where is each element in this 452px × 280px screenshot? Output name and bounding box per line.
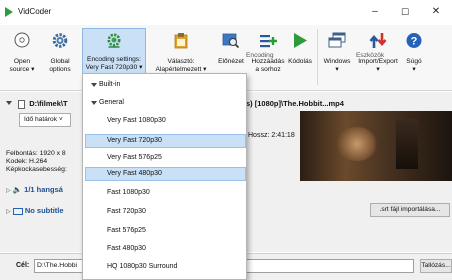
titles-dropdown[interactable]: Idő határok ˅ xyxy=(19,113,71,127)
preset-item[interactable]: Very Fast 720p30 xyxy=(107,137,162,144)
disc-icon xyxy=(14,32,30,48)
global-options-button[interactable]: Global options xyxy=(44,30,76,74)
import-export-arrows-icon xyxy=(369,33,387,48)
preset-item[interactable]: Fast 576p25 xyxy=(107,227,146,234)
ribbon-separator xyxy=(317,29,318,85)
close-button[interactable]: ✕ xyxy=(421,4,451,20)
minimize-button[interactable]: – xyxy=(360,4,390,20)
preview-button[interactable]: Előnézet xyxy=(214,30,248,74)
video-preview-thumbnail xyxy=(300,111,452,181)
window-title: VidCoder xyxy=(18,7,52,16)
codec-text: Kodek: H.264 xyxy=(6,158,48,165)
subtitles-row[interactable]: ▷ No subtitle xyxy=(6,206,64,215)
video-info: Felbontás: 1920 x 8 Kodek: H.264 Képkock… xyxy=(6,150,67,174)
framerate-text: Képkockasebesség: xyxy=(6,166,67,173)
preset-item[interactable]: HQ 1080p30 Surround xyxy=(107,263,177,270)
preset-item[interactable]: Very Fast 480p30 xyxy=(107,170,162,177)
ribbon-group-tools: Eszközök xyxy=(356,52,385,59)
open-source-button[interactable]: Open source ▾ xyxy=(8,30,36,74)
group-built-in[interactable]: Built-in xyxy=(99,81,120,88)
import-srt-button[interactable]: .srt fájl importálása... xyxy=(370,203,450,217)
windows-stack-icon xyxy=(328,32,346,48)
expand-triangle-icon xyxy=(91,101,97,105)
picker-button[interactable]: Választó: Alapértelmezett ▾ xyxy=(150,30,212,74)
clipboard-icon xyxy=(174,33,188,49)
resolution-text: Felbontás: 1920 x 8 xyxy=(6,150,66,157)
vidcoder-logo-icon xyxy=(5,7,13,17)
add-list-icon xyxy=(260,35,277,48)
play-icon xyxy=(294,33,307,48)
preset-dropdown-menu: Built-in General Very Fast 1080p30 Very … xyxy=(82,73,247,280)
audio-track-row[interactable]: ▷ 🔈 1/1 hangsá xyxy=(6,185,63,194)
source-path-left: D:\filmek\T xyxy=(29,99,68,108)
file-icon xyxy=(18,99,26,109)
gear-icon xyxy=(52,33,68,48)
title-bar: VidCoder – ☐ ✕ xyxy=(0,0,452,25)
help-question-icon: ? xyxy=(406,33,422,48)
preset-item[interactable]: Fast 480p30 xyxy=(107,245,146,252)
expand-triangle-icon xyxy=(91,83,97,87)
encoding-settings-button[interactable]: Encoding settings: Very Fast 720p30 ▾ xyxy=(82,28,146,74)
help-button[interactable]: ? Súgó ▾ xyxy=(402,30,426,74)
encode-button[interactable]: Kódolás xyxy=(286,30,314,74)
preset-item[interactable]: Fast 1080p30 xyxy=(107,189,150,196)
group-general[interactable]: General xyxy=(99,99,124,106)
preview-search-icon xyxy=(222,33,240,49)
destination-label: Cél: xyxy=(16,262,30,269)
preset-item[interactable]: Fast 720p30 xyxy=(107,208,146,215)
svg-text:?: ? xyxy=(411,36,418,48)
source-path-right: s) [1080p]\The.Hobbit...mp4 xyxy=(246,99,344,108)
length-readout: Hossz: 2:41:18 xyxy=(248,132,295,139)
preset-item[interactable]: Very Fast 1080p30 xyxy=(107,117,166,124)
preset-item[interactable]: Very Fast 576p25 xyxy=(107,154,162,161)
ribbon-group-encoding: Encoding xyxy=(246,52,274,59)
maximize-button[interactable]: ☐ xyxy=(390,4,420,20)
browse-button[interactable]: Tallózás... xyxy=(420,259,452,273)
source-path-row: D:\filmek\T xyxy=(6,99,68,109)
gear-arrow-icon xyxy=(107,33,121,48)
windows-button[interactable]: Windows ▾ xyxy=(320,30,354,74)
